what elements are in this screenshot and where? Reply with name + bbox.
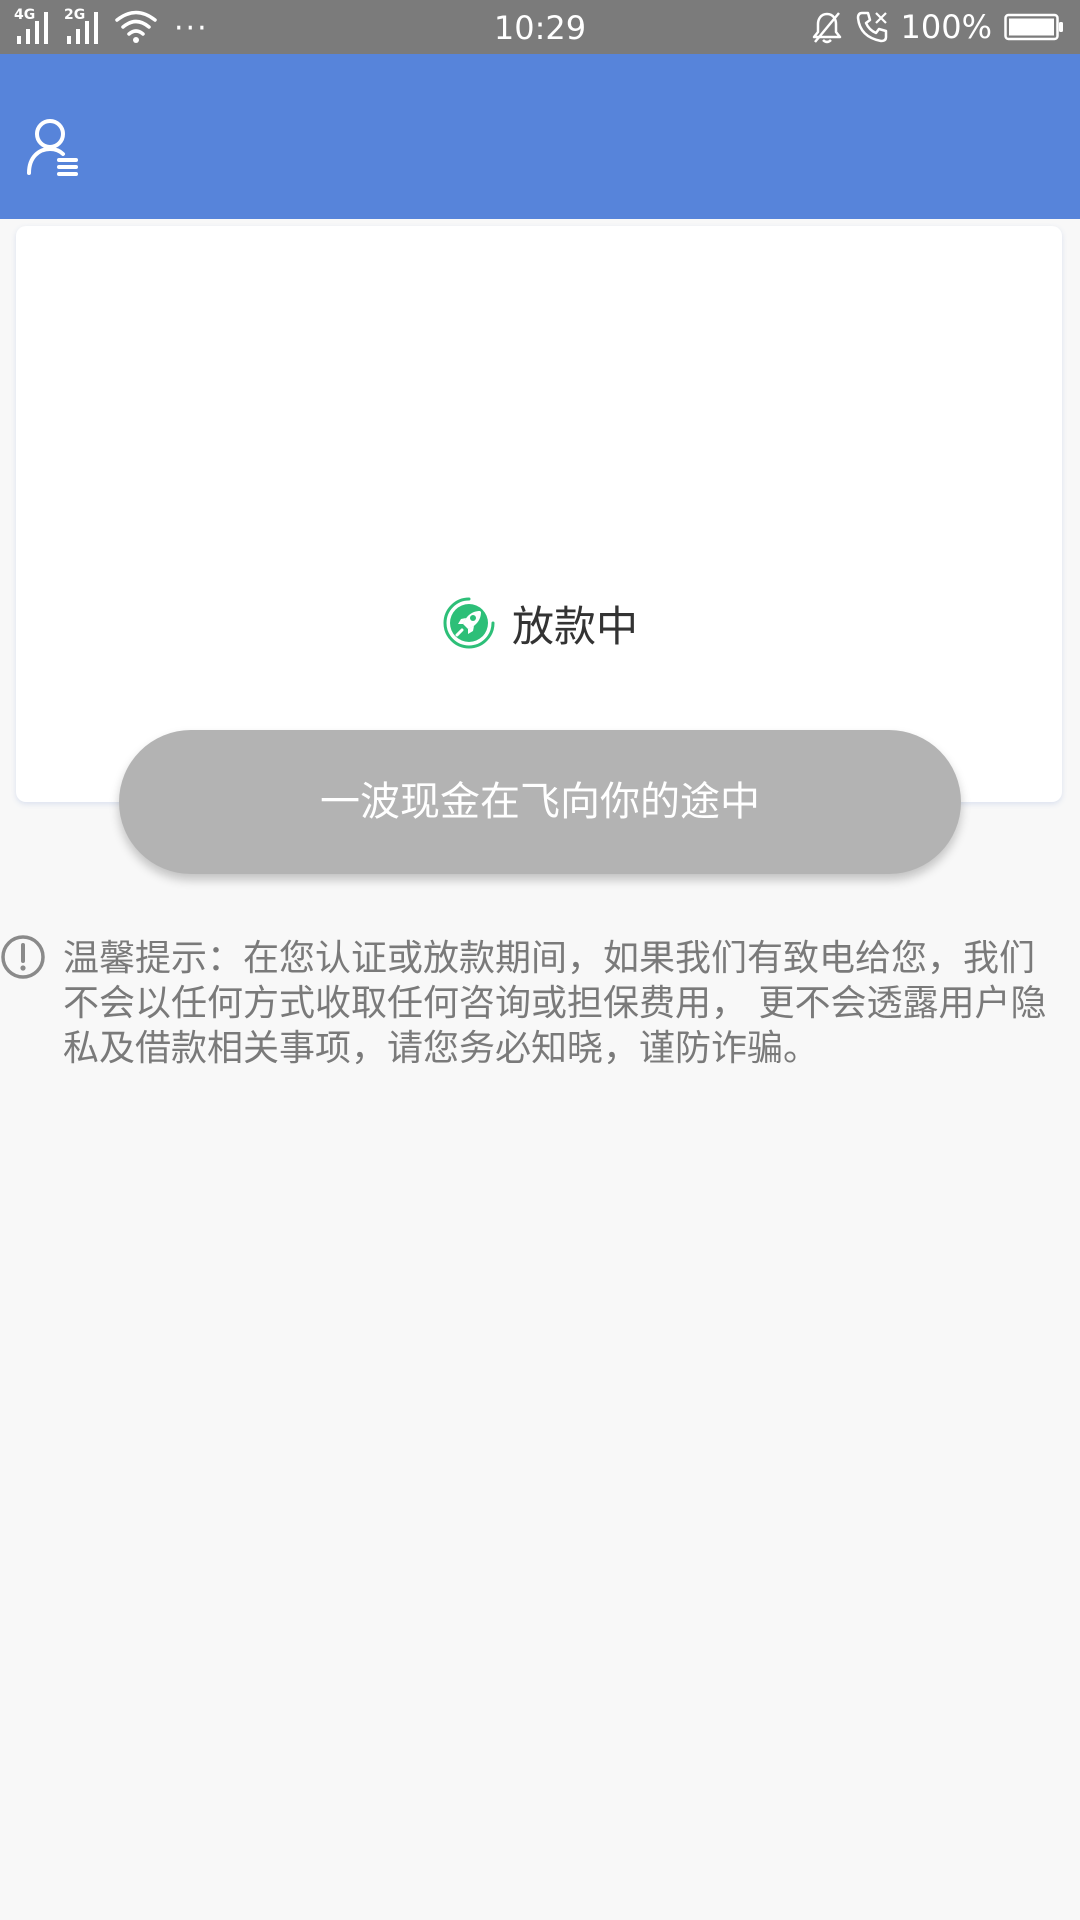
loan-status: 放款中 [0,590,1080,656]
bell-muted-icon [812,12,841,44]
rocket-icon [443,597,495,649]
status-label: 放款中 [511,601,638,651]
notice-text: 温馨提示：在您认证或放款期间，如果我们有致电给您，我们不会以任何方式收取任何咨询… [63,938,1047,1069]
loan-status-card [16,226,1062,802]
cash-in-transit-button[interactable]: 一波现金在飞向你的途中 [119,730,961,874]
status-right: 100% [811,0,1064,54]
user-menu-icon [27,119,78,176]
battery-percent: 100% [900,8,992,46]
status-bar: 4G 2G ··· 10:29 100% [0,0,1080,54]
call-icon [856,11,887,43]
exclamation-circle-icon [1,935,45,979]
app-header [0,54,1080,219]
user-menu-button[interactable] [26,116,84,180]
battery-icon [1004,13,1063,41]
